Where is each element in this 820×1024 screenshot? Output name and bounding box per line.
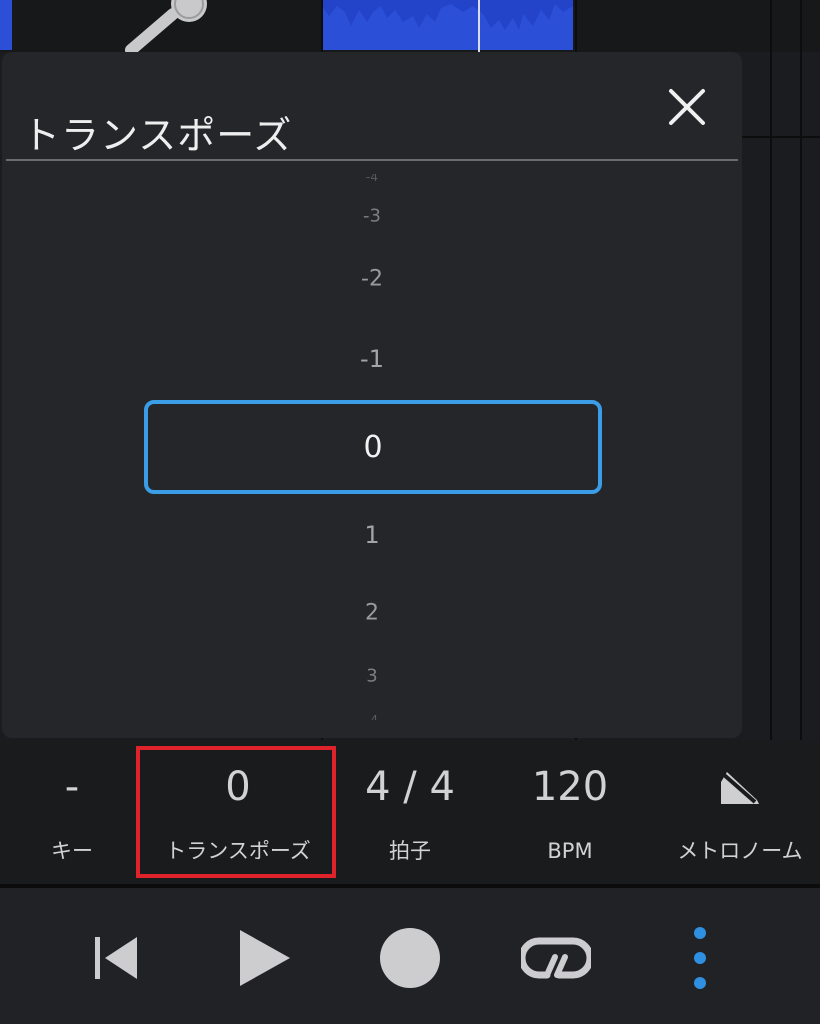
- tempo-button[interactable]: 120 BPM: [490, 740, 650, 884]
- picker-item[interactable]: -2: [361, 267, 383, 292]
- transpose-dialog: トランスポーズ -4 -3 -2 -1 0 1 2 3 -4: [2, 52, 742, 738]
- play-button[interactable]: [224, 918, 304, 998]
- waveform-clip[interactable]: [323, 0, 573, 50]
- picker-item[interactable]: 2: [365, 601, 379, 626]
- dialog-title: トランスポーズ: [22, 113, 293, 158]
- transpose-button[interactable]: 0 トランスポーズ: [130, 740, 346, 884]
- picker-item[interactable]: -3: [363, 206, 381, 227]
- close-icon: [669, 89, 705, 125]
- time-signature-value: 4 / 4: [365, 764, 455, 810]
- waveform-graphic: [323, 0, 573, 30]
- play-icon: [240, 930, 290, 986]
- picker-item[interactable]: 3: [366, 666, 377, 687]
- picker-selected-value: 0: [363, 429, 383, 465]
- more-button[interactable]: [660, 918, 740, 998]
- record-icon: [380, 928, 440, 988]
- info-bar: - キー 0 トランスポーズ 4 / 4 拍子 120 BPM メトロノーム: [0, 740, 820, 884]
- skip-back-button[interactable]: [76, 918, 156, 998]
- picker-item[interactable]: 1: [364, 521, 379, 549]
- picker-item[interactable]: -1: [360, 345, 384, 373]
- picker-item[interactable]: -4: [366, 174, 378, 182]
- picker-selected-item[interactable]: 0: [144, 400, 602, 494]
- close-button[interactable]: [662, 82, 712, 132]
- transpose-picker[interactable]: -4 -3 -2 -1 0 1 2 3 -4: [2, 164, 742, 738]
- transpose-value: 0: [225, 764, 251, 810]
- picker-item[interactable]: -4: [366, 712, 378, 720]
- metronome-label: メトロノーム: [677, 839, 803, 863]
- waveform-clip-left[interactable]: [0, 0, 12, 50]
- time-signature-button[interactable]: 4 / 4 拍子: [330, 740, 490, 884]
- transpose-label: トランスポーズ: [165, 839, 311, 863]
- track-divider: [770, 0, 772, 740]
- playhead[interactable]: [478, 0, 480, 52]
- loop-icon: [521, 937, 591, 979]
- track-divider: [742, 136, 820, 138]
- metronome-button[interactable]: メトロノーム: [660, 740, 820, 884]
- more-vertical-icon: [694, 927, 706, 989]
- microphone-icon: [125, 0, 215, 56]
- time-signature-label: 拍子: [389, 839, 431, 863]
- loop-button[interactable]: [516, 918, 596, 998]
- metronome-icon: [660, 764, 820, 810]
- track-divider: [800, 0, 802, 740]
- tempo-label: BPM: [547, 839, 593, 863]
- record-button[interactable]: [370, 918, 450, 998]
- transport-bar: [0, 888, 820, 1024]
- tempo-value: 120: [531, 764, 609, 810]
- skip-back-icon: [95, 937, 137, 979]
- dialog-divider: [6, 159, 738, 161]
